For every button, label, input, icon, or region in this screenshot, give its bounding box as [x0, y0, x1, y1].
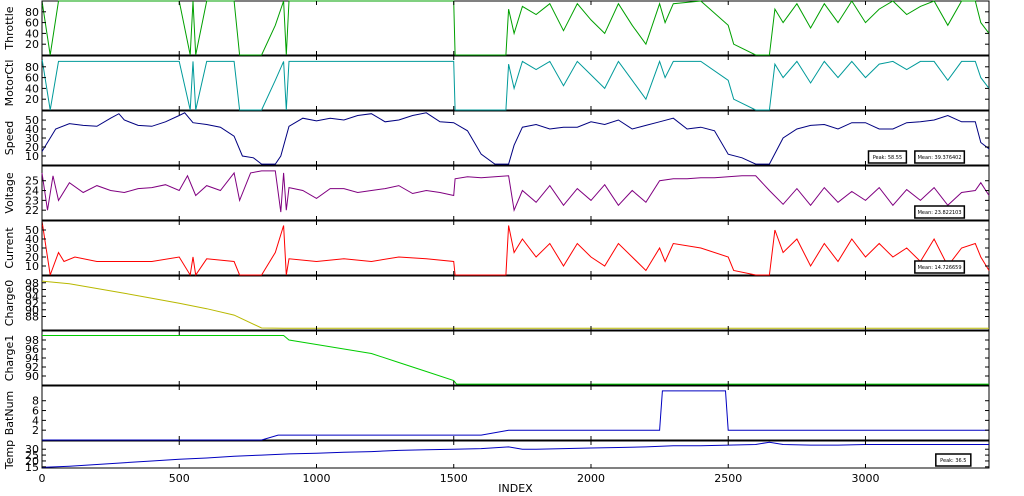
annotation-text: Peak: 36.5: [940, 458, 966, 464]
axes-frame: [41, 330, 990, 386]
annotation-text: Mean: 23.822103: [918, 210, 962, 216]
x-tick-label: 500: [169, 472, 190, 485]
x-tick-label: 1500: [440, 472, 468, 485]
y-axis-label: Voltage: [3, 172, 16, 213]
y-tick-label: 80: [25, 61, 39, 74]
panel-current: 1020304050Current Mean: 14.726659: [3, 220, 990, 277]
series-line-current: [41, 220, 990, 277]
series-line-motorctl: [41, 58, 990, 111]
y-axis-label: Throttle: [3, 6, 16, 50]
y-tick-label: 30: [25, 443, 39, 456]
panel-charge1: 9092949698Charge1: [3, 330, 990, 386]
stat-annotation: Mean: 23.822103: [914, 205, 966, 219]
panel-temp: 15202530Temp Peak: 36.5: [3, 440, 990, 474]
x-tick-label: 1000: [302, 472, 330, 485]
axes-frame: [41, 385, 990, 441]
annotation-text: Peak: 58.55: [873, 155, 902, 161]
panel-motorctl: 20406080MotorCtl: [3, 55, 990, 111]
y-axis-label: MotorCtl: [3, 60, 16, 107]
panel-batnum: 2468BatNum: [3, 385, 990, 441]
x-axis-label: INDEX: [498, 482, 533, 495]
series-line-charge1: [42, 335, 989, 385]
series-line-throttle: [41, 0, 990, 56]
x-tick-label: 2500: [714, 472, 742, 485]
series-line-batnum: [42, 390, 989, 441]
y-axis-label: Current: [3, 227, 16, 269]
y-axis-label: Speed: [3, 121, 16, 155]
x-tick-label: 2000: [577, 472, 605, 485]
y-axis-label: Temp: [3, 440, 16, 470]
stat-annotation: Mean: 14.726659: [914, 260, 966, 274]
x-tick-label: 3000: [851, 472, 879, 485]
axes-frame: [41, 220, 990, 276]
stat-annotation: Peak: 36.5: [935, 453, 972, 467]
y-tick-label: 50: [25, 224, 39, 237]
y-tick-label: 25: [25, 175, 39, 188]
y-axis-label: Charge0: [3, 280, 16, 326]
axes-frame: [41, 110, 990, 166]
y-tick-label: 98: [25, 277, 39, 290]
annotation-text: Mean: 14.726659: [918, 265, 962, 271]
stat-annotation: Mean: 39.376402: [914, 150, 966, 164]
x-tick-label: 0: [39, 472, 46, 485]
y-axis-label: BatNum: [3, 391, 16, 436]
panel-throttle: 20406080Throttle: [3, 0, 990, 56]
y-axis-label: Charge1: [3, 335, 16, 381]
annotation-text: Mean: 39.376402: [918, 155, 962, 161]
axes-frame: [41, 165, 990, 221]
y-tick-label: 50: [25, 114, 39, 127]
series-line-charge0: [41, 280, 989, 329]
y-tick-label: 8: [32, 395, 39, 408]
stat-annotation: Peak: 58.55: [867, 150, 908, 164]
series-line-temp: [41, 441, 989, 468]
y-tick-label: 98: [25, 334, 39, 347]
panel-voltage: 22232425Voltage Mean: 23.822103: [3, 165, 990, 221]
multi-panel-line-chart: 20406080Throttle20406080MotorCtl10203040…: [3, 0, 990, 495]
axes-frame: [41, 275, 990, 331]
series-line-voltage: [41, 170, 990, 213]
y-tick-label: 80: [25, 6, 39, 19]
panel-charge0: 889092949698Charge0: [3, 275, 990, 331]
series-line-speed: [41, 112, 990, 165]
panel-speed: 1020304050SpeedPeak: 58.55 Mean: 39.37640…: [3, 110, 990, 166]
